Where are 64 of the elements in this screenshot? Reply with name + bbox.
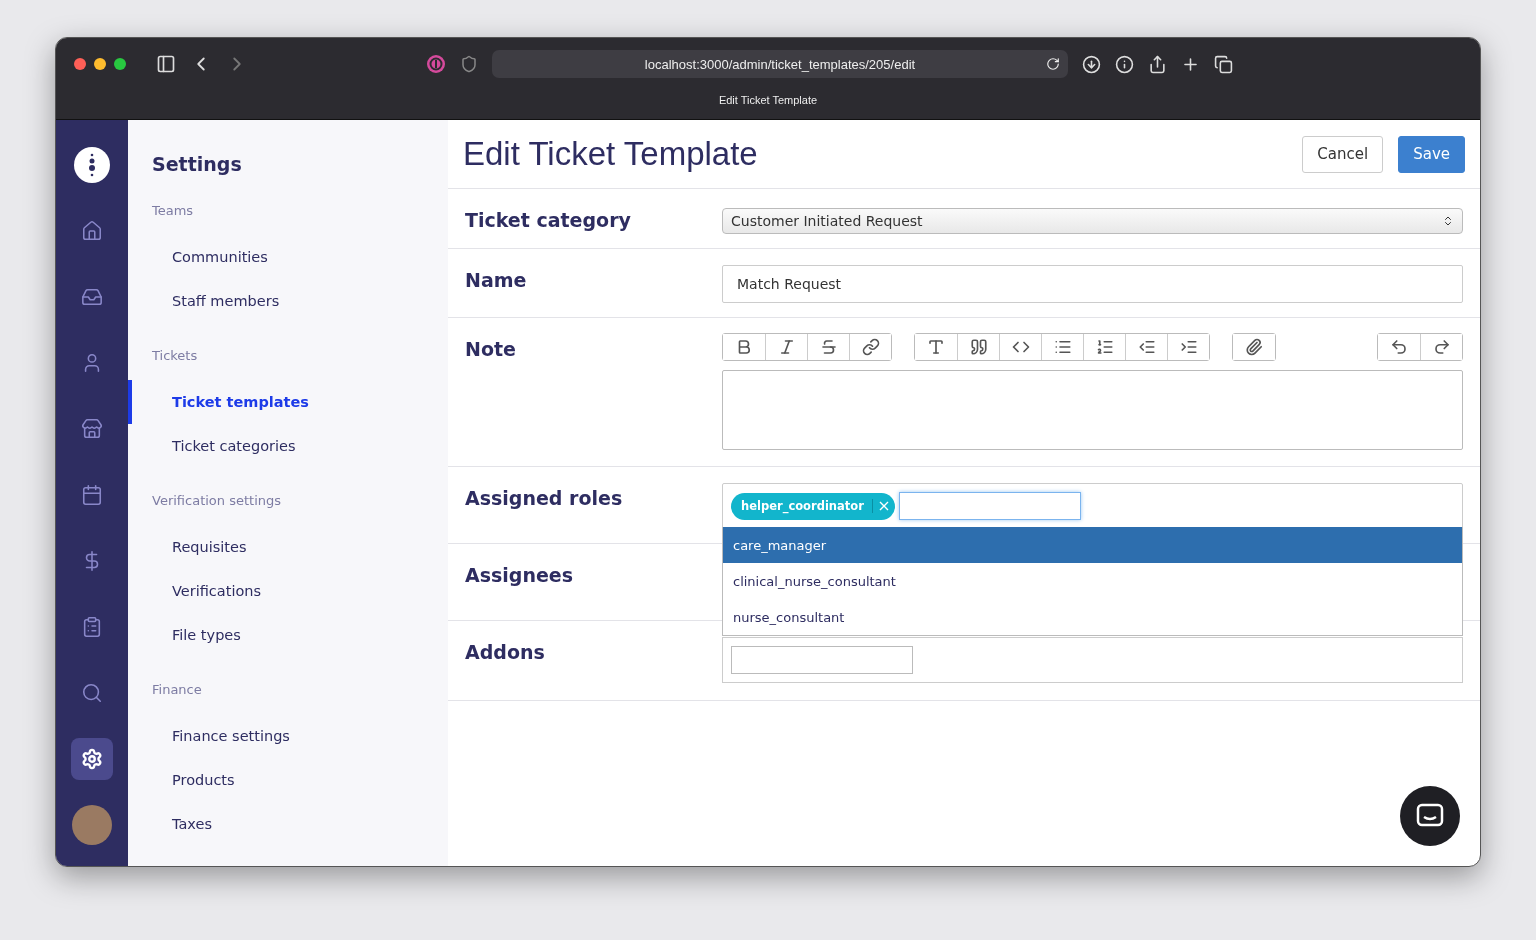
- bullet-list-icon: [1053, 338, 1072, 356]
- sidebar-link[interactable]: Staff members: [172, 279, 280, 323]
- page-title: Edit Ticket Template: [463, 135, 759, 173]
- indent-button[interactable]: [1167, 334, 1209, 360]
- field-label: Ticket category: [465, 208, 632, 231]
- section-heading: Tickets: [152, 346, 199, 365]
- password-manager-icon[interactable]: [426, 54, 446, 74]
- field-label: Name: [465, 268, 528, 291]
- active-indicator: [128, 380, 132, 424]
- address-bar[interactable]: localhost:3000/admin/ticket_templates/205/edit: [492, 50, 1068, 78]
- outdent-icon: [1137, 338, 1156, 356]
- field-label: Assigned roles: [465, 486, 624, 509]
- updown-icon: [1442, 215, 1454, 227]
- download-icon[interactable]: [1082, 54, 1101, 74]
- sidebar-link[interactable]: Products: [172, 758, 235, 802]
- link-icon: [861, 338, 880, 356]
- category-select[interactable]: Customer Initiated Request: [722, 208, 1463, 234]
- field-label: Note: [465, 337, 517, 360]
- sidebar-link[interactable]: Ticket templates: [172, 380, 309, 424]
- role-option[interactable]: care_manager: [723, 527, 1462, 563]
- zoom-icon[interactable]: [114, 58, 126, 70]
- role-tag: helper_coordinator: [731, 492, 895, 520]
- sidebar-link[interactable]: File types: [172, 613, 241, 657]
- paperclip-icon: [1245, 338, 1263, 356]
- numbered-list-icon: [1095, 338, 1114, 356]
- user-avatar[interactable]: [71, 804, 113, 846]
- field-label: Assignees: [465, 563, 575, 586]
- section-heading: Finance: [152, 680, 203, 699]
- sidebar-link[interactable]: Ticket categories: [172, 424, 296, 468]
- sidebar-icon[interactable]: [156, 54, 176, 74]
- role-search-input[interactable]: [898, 492, 1081, 520]
- close-icon[interactable]: [74, 58, 86, 70]
- sidebar-link[interactable]: Requisites: [172, 525, 247, 569]
- shield-icon[interactable]: [460, 55, 478, 73]
- settings-icon[interactable]: [71, 738, 113, 780]
- addon-input[interactable]: [731, 646, 913, 674]
- strikethrough-icon: [819, 338, 838, 356]
- undo-icon: [1390, 338, 1408, 356]
- quote-icon: [969, 338, 988, 356]
- chat-button[interactable]: [1400, 786, 1460, 846]
- section-heading: Teams: [152, 201, 195, 220]
- field-label: Addons: [465, 640, 546, 663]
- redo-icon: [1432, 338, 1451, 356]
- minimize-icon[interactable]: [94, 58, 106, 70]
- heading-icon: [927, 338, 945, 356]
- paperclip-button[interactable]: [1233, 334, 1275, 360]
- indent-icon: [1179, 338, 1198, 356]
- redo-button[interactable]: [1420, 334, 1462, 360]
- reload-icon[interactable]: [1046, 57, 1060, 71]
- info-icon[interactable]: [1115, 54, 1134, 74]
- cancel-button[interactable]: Cancel: [1302, 135, 1384, 173]
- name-field[interactable]: Match Request: [722, 265, 1463, 303]
- share-icon[interactable]: [1148, 54, 1167, 74]
- link-button[interactable]: [849, 334, 891, 360]
- section-heading: Verification settings: [152, 491, 283, 510]
- tab-title[interactable]: Edit Ticket Template: [718, 94, 818, 106]
- sidebar-link[interactable]: Communities: [172, 235, 268, 279]
- tabs-icon[interactable]: [1214, 54, 1233, 74]
- sidebar-link[interactable]: Verifications: [172, 569, 262, 613]
- sidebar-link[interactable]: Finance settings: [172, 714, 290, 758]
- sidebar-link[interactable]: Taxes: [172, 802, 212, 846]
- sidebar-title: Settings: [152, 152, 243, 177]
- save-button[interactable]: Save: [1398, 135, 1465, 173]
- chat-icon: [1416, 803, 1444, 829]
